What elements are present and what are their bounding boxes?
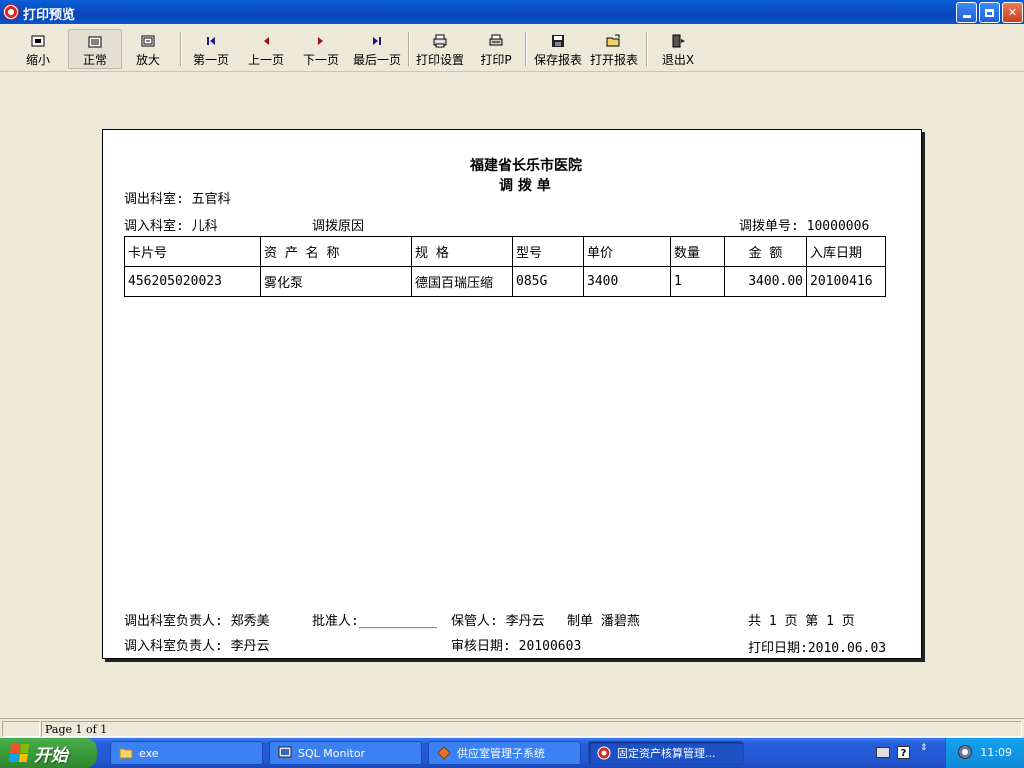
cell-quantity: 1: [670, 266, 725, 297]
last-page-button[interactable]: 最后一页: [351, 29, 403, 69]
out-department: 调出科室: 五官科: [124, 192, 231, 207]
prev-page-icon: [257, 33, 275, 49]
header-unit-price: 单价: [583, 236, 671, 267]
keeper: 保管人: 李丹云: [451, 614, 545, 629]
document-maker: 制单 潘碧燕: [567, 614, 640, 629]
restore-button[interactable]: [979, 2, 1000, 23]
table-header-row: 卡片号 资 产 名 称 规 格 型号 单价 数量 金 额 入库日期: [124, 236, 886, 267]
cell-amount: 3400.00: [724, 266, 807, 297]
cell-asset-name: 雾化泵: [260, 266, 412, 297]
zoom-out-button[interactable]: 缩小: [18, 29, 58, 69]
save-report-button[interactable]: 保存报表: [531, 29, 585, 69]
in-department: 调入科室: 儿科: [124, 219, 218, 234]
normal-zoom-icon: [86, 34, 104, 49]
clock: 11:09: [980, 746, 1012, 759]
transfer-order-number: 调拨单号: 10000006: [739, 219, 870, 234]
last-page-icon: [368, 33, 386, 49]
taskbar-item-exe[interactable]: exe: [110, 741, 263, 765]
page-info: 共 1 页 第 1 页: [748, 614, 855, 629]
minimize-button[interactable]: [956, 2, 977, 23]
app-diamond-icon: [437, 746, 451, 760]
taskbar: 开始 exe SQL Monitor 供应室管理子系统 固定资产核算管理... …: [0, 738, 1024, 768]
out-dept-manager: 调出科室负责人: 郑秀美: [124, 614, 270, 629]
document-title: 调 拨 单: [499, 178, 551, 194]
header-model: 型号: [512, 236, 584, 267]
cell-stock-date: 20100416: [806, 266, 886, 297]
print-setup-button[interactable]: 打印设置: [414, 29, 466, 69]
first-page-button[interactable]: 第一页: [191, 29, 231, 69]
taskbar-item-sql-monitor[interactable]: SQL Monitor: [269, 741, 422, 765]
normal-zoom-button[interactable]: 正常: [68, 29, 122, 69]
audit-date: 审核日期: 20100603: [451, 639, 582, 654]
exit-door-icon: [669, 33, 687, 49]
in-dept-manager: 调入科室负责人: 李丹云: [124, 639, 270, 654]
sql-monitor-icon: [278, 746, 292, 758]
toolbar: 缩小 正常 放大 第一页 上一页 下一页 最后一页 打印设置 打印P 保存报表 …: [0, 24, 1024, 72]
window-title: 打印预览: [23, 8, 76, 23]
zoom-in-button[interactable]: 放大: [128, 29, 168, 69]
title-bar: 打印预览 ✕: [0, 0, 1024, 24]
transfer-reason-label: 调拨原因: [312, 219, 365, 234]
toolbar-separator: [408, 32, 410, 66]
prev-page-button[interactable]: 上一页: [246, 29, 286, 69]
folder-icon: [119, 748, 133, 759]
windows-logo-icon: [8, 744, 30, 762]
printer-icon: [487, 33, 505, 49]
keyboard-icon[interactable]: [876, 747, 890, 758]
header-spec: 规 格: [411, 236, 513, 267]
input-method-icon[interactable]: ⇕: [920, 743, 930, 753]
open-report-button[interactable]: 打开报表: [587, 29, 641, 69]
zoom-out-icon: [29, 33, 47, 49]
status-bar: Page 1 of 1: [0, 718, 1024, 738]
exit-button[interactable]: 退出X: [658, 29, 698, 69]
table-row: 456205020023 雾化泵 德国百瑞压缩 085G 3400 1 3400…: [124, 266, 886, 297]
preview-area[interactable]: 福建省长乐市医院 调 拨 单 调出科室: 五官科 调入科室: 儿科 调拨原因 调…: [0, 72, 1024, 718]
zoom-in-icon: [139, 33, 157, 49]
asset-table: 卡片号 资 产 名 称 规 格 型号 单价 数量 金 额 入库日期 456205…: [124, 236, 886, 297]
system-tray: 11:09: [945, 738, 1024, 768]
first-page-icon: [202, 33, 220, 49]
header-card-no: 卡片号: [124, 236, 261, 267]
open-folder-icon: [605, 33, 623, 49]
header-amount: 金 额: [724, 236, 807, 267]
toolbar-separator: [525, 32, 527, 66]
taskbar-item-fixed-assets[interactable]: 固定资产核算管理...: [588, 741, 744, 765]
printer-setup-icon: [431, 33, 449, 49]
hospital-name: 福建省长乐市医院: [470, 158, 582, 174]
status-page-indicator: Page 1 of 1: [41, 721, 1022, 737]
cell-unit-price: 3400: [583, 266, 671, 297]
app-icon: [3, 4, 19, 20]
toolbar-separator: [646, 32, 648, 66]
next-page-button[interactable]: 下一页: [301, 29, 341, 69]
save-icon: [549, 33, 567, 49]
minimize-icon: [962, 15, 971, 18]
next-page-icon: [312, 33, 330, 49]
app-target-icon: [597, 746, 611, 760]
header-asset-name: 资 产 名 称: [260, 236, 412, 267]
close-button[interactable]: ✕: [1002, 2, 1023, 23]
print-date: 打印日期:2010.06.03: [748, 641, 887, 656]
status-cell-blank: [2, 721, 40, 737]
restore-icon: [985, 8, 994, 17]
report-page: 福建省长乐市医院 调 拨 单 调出科室: 五官科 调入科室: 儿科 调拨原因 调…: [102, 129, 922, 659]
taskbar-item-supply-system[interactable]: 供应室管理子系统: [428, 741, 581, 765]
header-quantity: 数量: [670, 236, 725, 267]
start-button[interactable]: 开始: [0, 738, 97, 768]
network-icon[interactable]: [958, 745, 972, 759]
cell-card-no: 456205020023: [124, 266, 261, 297]
print-button[interactable]: 打印P: [476, 29, 516, 69]
header-stock-date: 入库日期: [806, 236, 886, 267]
help-icon[interactable]: ?: [897, 746, 910, 759]
cell-spec: 德国百瑞压缩: [411, 266, 513, 297]
toolbar-separator: [180, 32, 182, 66]
close-icon: ✕: [1007, 6, 1018, 19]
approver: 批准人:__________: [312, 614, 438, 629]
cell-model: 085G: [512, 266, 584, 297]
